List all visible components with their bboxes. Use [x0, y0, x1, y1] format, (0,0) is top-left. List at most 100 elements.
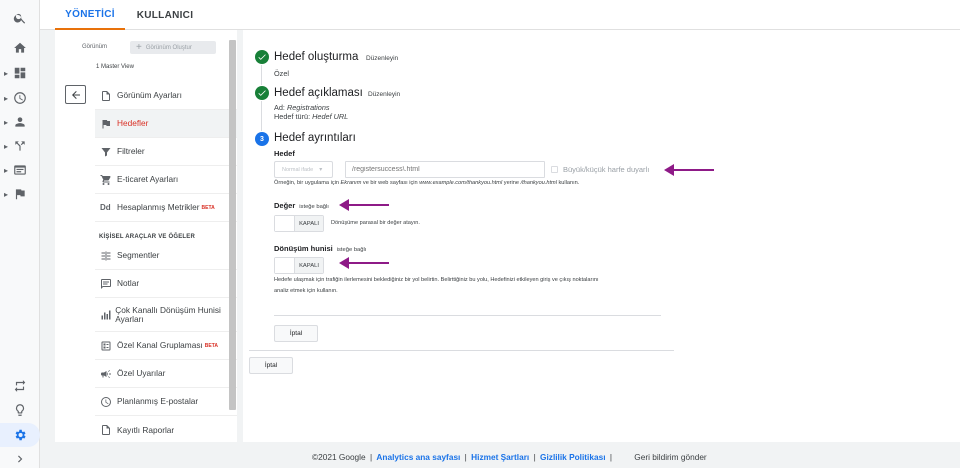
create-view-button[interactable]: + Görünüm Oluştur [130, 41, 216, 54]
goal-name-line: Ad: Registrations [274, 103, 330, 112]
destination-label: Hedef [274, 149, 295, 158]
hint-text: yerine [502, 180, 521, 186]
step3-number-badge: 3 [255, 132, 269, 146]
goal-type-prefix: Hedef türü: [274, 112, 311, 121]
share-icon[interactable] [0, 374, 40, 398]
goal-type-line: Hedef türü: Hedef URL [274, 112, 348, 121]
step-connector [261, 65, 262, 85]
filter-icon [101, 147, 111, 156]
view-settings-column: Görünüm + Görünüm Oluştur 1 Master View … [55, 30, 237, 442]
footer-separator: | [369, 452, 373, 462]
footer-separator: | [609, 452, 612, 462]
flag-icon[interactable] [0, 182, 40, 206]
top-tab-bar: YÖNETİCİ KULLANICI [40, 0, 960, 30]
menu-item-filters[interactable]: Filtreler [95, 138, 237, 166]
clock-icon [101, 396, 111, 407]
acquisition-icon[interactable] [0, 134, 40, 158]
step2-edit-link[interactable]: Düzenleyin [368, 91, 400, 98]
menu-item-goals[interactable]: Hedefler [95, 110, 237, 138]
megaphone-icon [101, 369, 111, 378]
menu-item-mcf-settings[interactable]: Çok Kanallı Dönüşüm Hunisi Ayarları [95, 298, 237, 332]
annotation-arrow-icon [664, 164, 714, 176]
match-type-value: Normal ifade [282, 166, 314, 173]
match-type-select[interactable]: Normal ifade ▾ [274, 161, 333, 178]
tab-user[interactable]: KULLANICI [130, 0, 200, 30]
hint-text: /thankyou.html [520, 180, 557, 186]
menu-item-label: Görünüm Ayarları [117, 90, 182, 100]
lightbulb-icon[interactable] [0, 398, 40, 422]
hint-text: ve bir web sayfası için [361, 180, 420, 186]
menu-item-custom-channel-grouping[interactable]: Özel Kanal Gruplaması BETA [95, 332, 237, 360]
toggle-knob [275, 216, 295, 231]
footer: ©2021 Google | Analytics ana sayfası | H… [312, 452, 707, 462]
home-icon[interactable] [0, 36, 40, 60]
funnel-hint-line1: Hedefe ulaşmak için trafiğin ilerlemesin… [274, 277, 599, 283]
goal-setup-panel: Hedef oluşturma Düzenleyin Özel Hedef aç… [243, 30, 960, 442]
behavior-icon[interactable] [0, 158, 40, 182]
beta-badge: BETA [201, 204, 215, 211]
menu-item-label: E-ticaret Ayarları [117, 174, 179, 184]
search-icon[interactable] [0, 6, 40, 30]
hint-text: www.example.com/thankyou.html [419, 180, 503, 186]
feedback-link[interactable]: Geri bildirim gönder [634, 452, 706, 462]
beta-badge: BETA [204, 342, 219, 349]
calculated-metric-icon: Dd [100, 203, 111, 212]
menu-item-notes[interactable]: Notlar [95, 270, 237, 298]
report-icon [102, 425, 110, 435]
cancel-button[interactable]: İptal [249, 357, 293, 374]
menu-item-calculated-metrics[interactable]: Dd Hesaplanmış Metrikler BETA [95, 194, 237, 222]
menu-item-label: Kayıtlı Raporlar [117, 424, 175, 435]
menu-item-ecommerce-settings[interactable]: E-ticaret Ayarları [95, 166, 237, 194]
menu-item-label: Segmentler [117, 250, 160, 260]
person-icon[interactable] [0, 110, 40, 134]
gear-icon[interactable] [0, 423, 40, 447]
toggle-state: KAPALI [295, 216, 323, 231]
dashboard-icon[interactable] [0, 61, 40, 85]
funnel-hint-line2: analiz etmek için kullanın. [274, 288, 338, 294]
menu-item-scheduled-emails[interactable]: Planlanmış E-postalar [95, 388, 237, 416]
left-nav-rail: ▸ ▸ ▸ ▸ ▸ ▸ [0, 0, 40, 468]
privacy-link[interactable]: Gizlilik Politikası [540, 452, 605, 462]
view-selector[interactable]: 1 Master View [96, 64, 134, 70]
view-label: Görünüm [82, 44, 108, 50]
value-label-text: Değer [274, 201, 296, 210]
goal-name-value: Registrations [286, 103, 330, 112]
destination-hint: Örneğin, bir uygulama için Ekranım ve bi… [274, 178, 579, 189]
menu-item-saved-reports[interactable]: Kayıtlı Raporlar [95, 416, 237, 444]
hint-text: Örneğin, bir uygulama için [274, 180, 341, 186]
toggle-knob [275, 258, 295, 273]
optional-tag: isteğe bağlı [299, 204, 329, 210]
segments-icon [101, 251, 111, 260]
clock-icon[interactable] [0, 86, 40, 110]
create-view-label: Görünüm Oluştur [145, 44, 192, 51]
column-scrollbar[interactable] [229, 40, 236, 410]
case-sensitive-label: Büyük/küçük harfe duyarlı [563, 165, 650, 174]
cart-icon [100, 174, 111, 185]
check-circle-icon [255, 50, 269, 64]
bar-chart-icon [101, 310, 111, 319]
terms-link[interactable]: Hizmet Şartları [471, 452, 529, 462]
menu-item-segments[interactable]: Segmentler [95, 242, 237, 270]
goal-type-value: Hedef URL [312, 112, 349, 121]
document-icon [102, 90, 110, 101]
menu-item-label: Hesaplanmış Metrikler [117, 202, 200, 212]
menu-item-label: Notlar [117, 278, 140, 288]
funnel-toggle[interactable]: KAPALI [274, 257, 324, 274]
case-sensitive-checkbox[interactable] [551, 166, 558, 173]
divider [274, 315, 661, 316]
step-cancel-button[interactable]: İptal [274, 325, 318, 342]
analytics-home-link[interactable]: Analytics ana sayfası [376, 452, 460, 462]
chevron-right-icon[interactable] [0, 447, 40, 468]
value-toggle[interactable]: KAPALI [274, 215, 324, 232]
back-button[interactable] [65, 85, 86, 104]
menu-item-custom-alerts[interactable]: Özel Uyarılar [95, 360, 237, 388]
toggle-state: KAPALI [295, 258, 323, 273]
menu-item-label: Özel Uyarılar [117, 368, 166, 378]
menu-item-view-settings[interactable]: Görünüm Ayarları [95, 82, 237, 110]
step1-edit-link[interactable]: Düzenleyin [366, 55, 398, 62]
flag-icon [102, 119, 110, 128]
personal-tools-heading: KİŞİSEL ARAÇLAR VE ÖĞELER [99, 234, 196, 240]
destination-url-input[interactable] [345, 161, 545, 178]
caret-down-icon: ▾ [319, 167, 323, 173]
tab-admin[interactable]: YÖNETİCİ [55, 0, 125, 30]
